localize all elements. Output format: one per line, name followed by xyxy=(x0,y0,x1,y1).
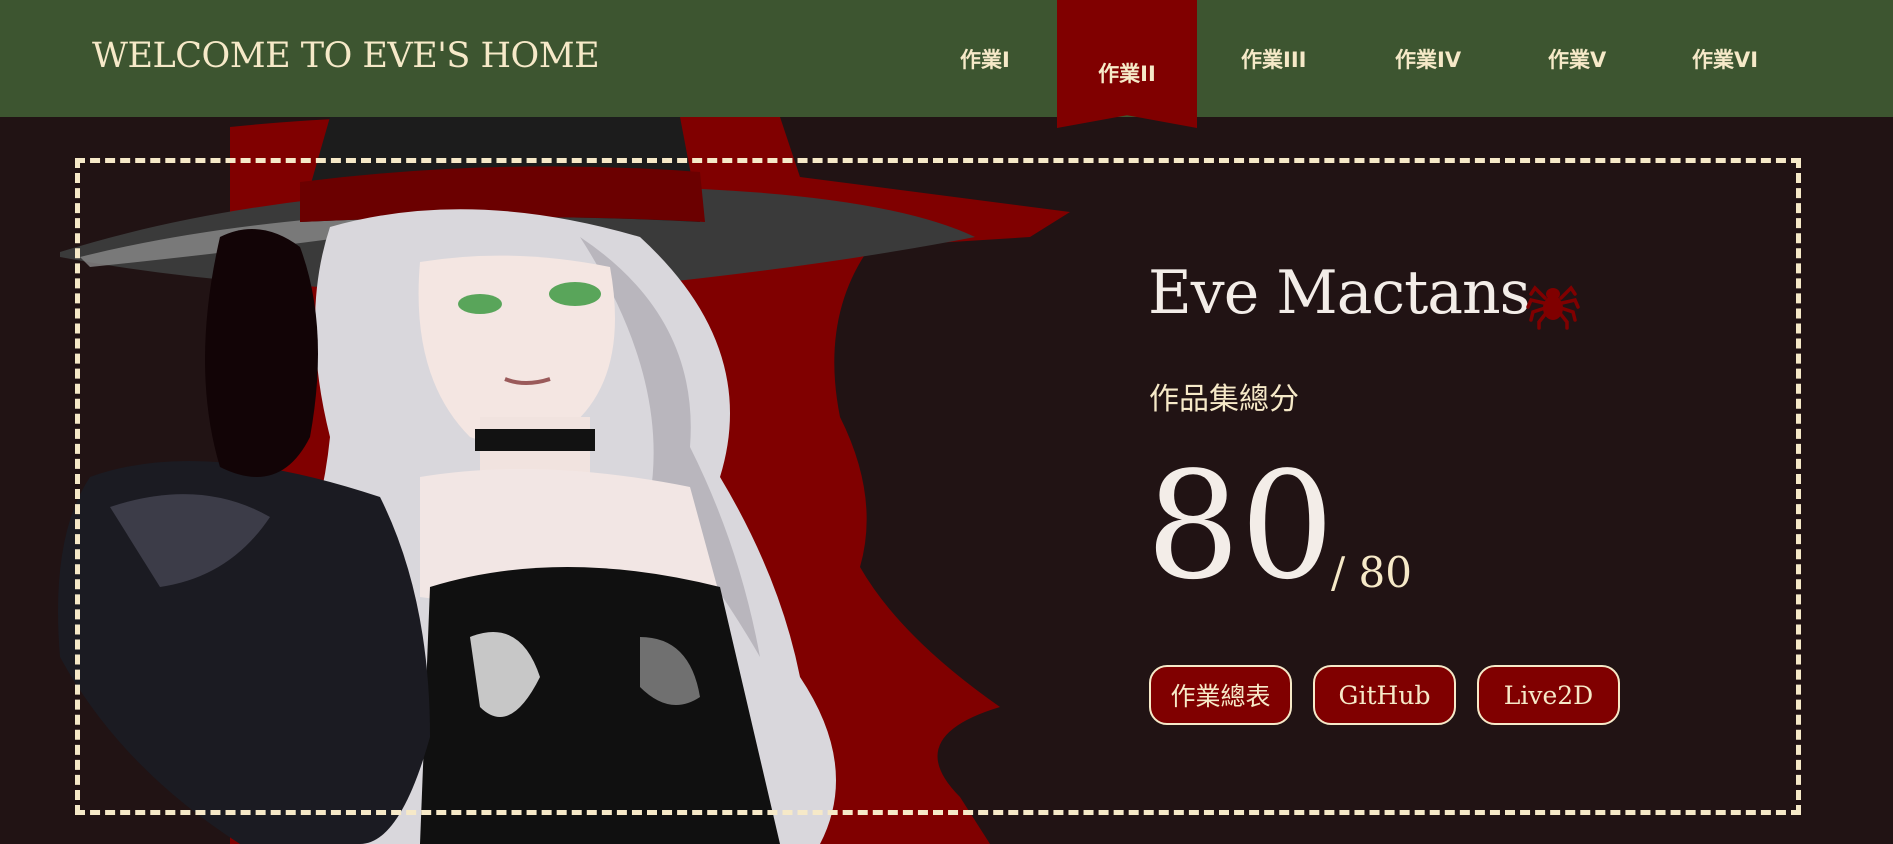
profile-name: Eve Mactans xyxy=(1148,258,1530,328)
score-subtitle: 作品集總分 xyxy=(1149,382,1299,417)
github-button[interactable]: GitHub xyxy=(1313,665,1456,725)
nav-item-hw6[interactable]: 作業VI xyxy=(1692,44,1758,74)
live2d-button[interactable]: Live2D xyxy=(1477,665,1620,725)
right-eye xyxy=(549,282,601,306)
nav-item-hw1[interactable]: 作業I xyxy=(960,44,1010,74)
choker xyxy=(475,429,595,451)
nav-item-hw3[interactable]: 作業III xyxy=(1241,44,1306,74)
score-total: / 80 xyxy=(1331,548,1412,597)
glove xyxy=(205,229,318,477)
hero-character-illustration xyxy=(58,117,1070,844)
spider-icon xyxy=(1526,285,1580,330)
site-title[interactable]: WELCOME TO EVE'S HOME xyxy=(92,36,600,76)
nav-item-hw2-label: 作業II xyxy=(1098,62,1156,86)
homework-list-button[interactable]: 作業總表 xyxy=(1149,665,1292,725)
score-value: 80 xyxy=(1146,440,1335,612)
nav-item-hw4[interactable]: 作業IV xyxy=(1395,44,1461,74)
top-nav-bar: WELCOME TO EVE'S HOME 作業I 作業II 作業III 作業I… xyxy=(0,0,1893,128)
left-eye xyxy=(458,294,502,314)
nav-item-hw5[interactable]: 作業V xyxy=(1548,44,1606,74)
nav-item-hw2-active[interactable]: 作業II xyxy=(1057,0,1197,128)
